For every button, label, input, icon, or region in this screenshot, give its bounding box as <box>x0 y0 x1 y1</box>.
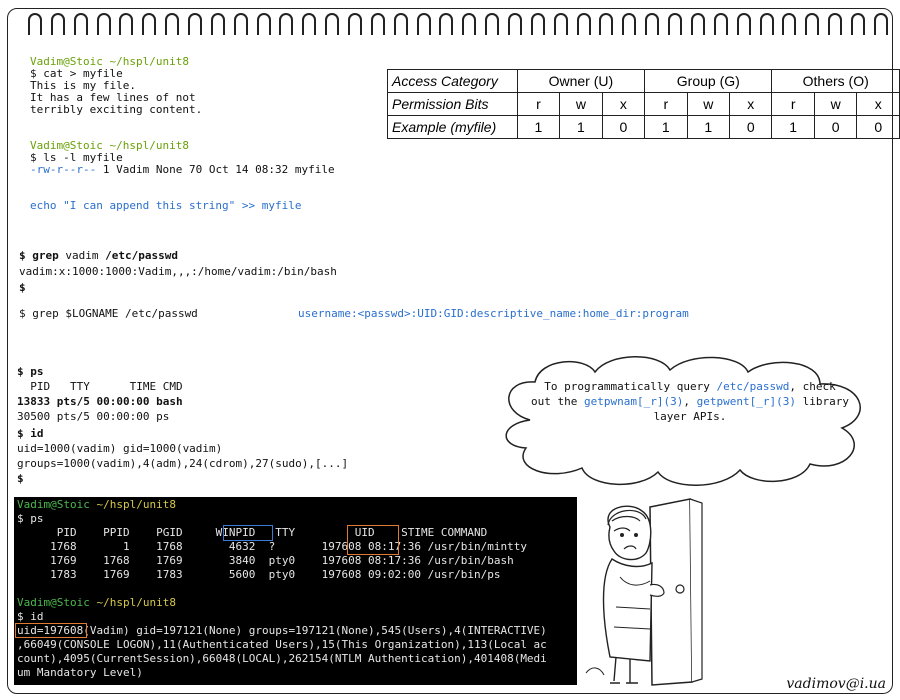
terminal-ps-command: $ ps <box>17 512 44 525</box>
table-cell: x <box>728 92 773 116</box>
terminal-prompt-1: Vadim@Stoic ~/hspl/unit8 <box>17 498 176 511</box>
grep-vadim-command: $ grep vadim /etc/passwd <box>19 249 178 262</box>
id-output-1: uid=1000(vadim) gid=1000(vadim) <box>17 442 223 455</box>
uid-highlight <box>347 525 399 555</box>
id-output-2: groups=1000(vadim),4(adm),24(cdrom),27(s… <box>17 457 349 470</box>
id-command: $ id <box>17 427 44 440</box>
terminal-ps-row: 1783 1769 1783 5600 pty0 197608 09:02:00… <box>17 568 501 581</box>
grep-vadim-output: vadim:x:1000:1000:Vadim,,,:/home/vadim:/… <box>19 265 337 278</box>
echo-command: echo "I can append this string" >> myfil… <box>30 199 302 212</box>
table-cell: 0 <box>856 115 900 139</box>
terminal-id-output: count),4095(CurrentSession),66048(LOCAL)… <box>17 652 547 665</box>
table-cell: r <box>771 92 815 116</box>
table-cell: 0 <box>728 115 773 139</box>
terminal-id-output: ,66049(CONSOLE LOGON),11(Authenticated U… <box>17 638 547 651</box>
row-label-example: Example (myfile) <box>387 115 518 139</box>
ps-header: PID TTY TIME CMD <box>17 380 183 393</box>
table-header-others: Others (O) <box>771 69 900 93</box>
terminal-ps-row: 1769 1768 1769 3840 pty0 197608 08:17:36… <box>17 554 514 567</box>
table-cell: r <box>644 92 688 116</box>
table-header-group: Group (G) <box>644 69 773 93</box>
terminal-window: Vadim@Stoic ~/hspl/unit8 $ ps PID PPID P… <box>14 497 577 685</box>
file-line-3: terribly exciting content. <box>30 103 203 116</box>
row-label-permission-bits: Permission Bits <box>387 92 518 116</box>
shell-prompt: $ <box>19 281 26 294</box>
terminal-prompt-2: Vadim@Stoic ~/hspl/unit8 <box>17 596 176 609</box>
passwd-format: username:<passwd>:UID:GID:descriptive_na… <box>298 307 689 320</box>
table-cell: 1 <box>516 115 561 139</box>
table-cell: 1 <box>559 115 603 139</box>
peeking-person-illustration <box>585 498 703 686</box>
uid-id-highlight <box>15 623 87 638</box>
permission-table: Access Category Owner (U) Group (G) Othe… <box>387 69 900 139</box>
table-cell: w <box>559 92 603 116</box>
ps-row-ps: 30500 pts/5 00:00:00 ps <box>17 410 170 423</box>
table-cell: w <box>813 92 858 116</box>
terminal-ps-row: 1768 1 1768 4632 ? 197608 08:17:36 /usr/… <box>17 540 527 553</box>
shell-prompt: $ <box>17 472 24 485</box>
table-cell: 1 <box>686 115 731 139</box>
table-cell: 1 <box>644 115 688 139</box>
grep-logname-command: $ grep $LOGNAME /etc/passwd <box>19 307 198 320</box>
table-cell: x <box>601 92 646 116</box>
terminal-id-output: um Mandatory Level) <box>17 666 143 679</box>
ls-output: -rw-r--r-- 1 Vadim None 70 Oct 14 08:32 … <box>30 163 335 176</box>
table-cell: 0 <box>601 115 646 139</box>
table-cell: w <box>686 92 731 116</box>
table-cell: 0 <box>813 115 858 139</box>
table-header-owner: Owner (U) <box>516 69 646 93</box>
table-cell: r <box>516 92 561 116</box>
author-signature: vadimov@i.ua <box>786 676 886 692</box>
terminal-id-output: uid=197608(Vadim) gid=197121(None) group… <box>17 624 547 637</box>
table-cell: 1 <box>771 115 815 139</box>
winpid-highlight <box>223 525 273 541</box>
ps-row-bash: 13833 pts/5 00:00:00 bash <box>17 395 183 408</box>
terminal-id-command: $ id <box>17 610 44 623</box>
cloud-text: To programmatically query /etc/passwd, c… <box>531 380 849 423</box>
table-header-access-category: Access Category <box>387 69 518 93</box>
spiral-binding <box>28 13 888 39</box>
table-cell: x <box>856 92 900 116</box>
ps-command: $ ps <box>17 365 44 378</box>
